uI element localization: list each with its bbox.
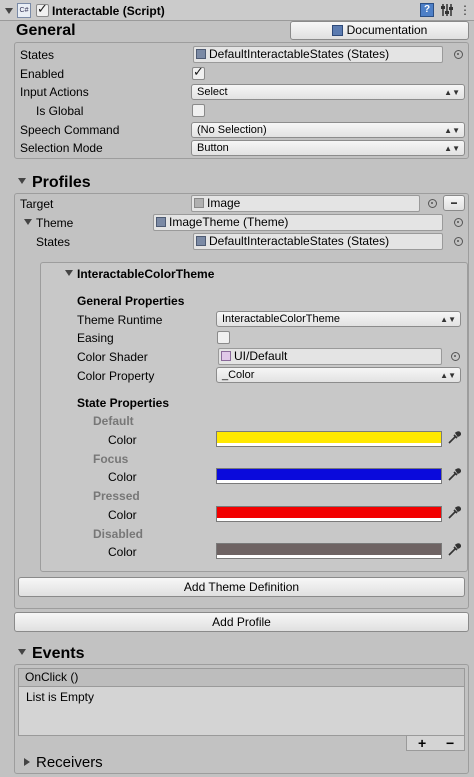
script-icon: C#	[17, 3, 31, 18]
eyedropper-icon[interactable]	[447, 506, 462, 520]
is-global-label: Is Global	[36, 104, 84, 118]
color-theme-title: InteractableColorTheme	[77, 267, 215, 281]
dropdown-arrow-icon: ▲▼	[440, 315, 456, 324]
remove-profile-button[interactable]: −	[443, 195, 465, 211]
profile-states-value: DefaultInteractableStates (States)	[209, 234, 390, 248]
target-field[interactable]: Image	[191, 195, 420, 212]
color-shader-field[interactable]: UI/Default	[218, 348, 442, 365]
color-property-label: Color Property	[77, 369, 155, 383]
preset-icon[interactable]	[440, 3, 454, 17]
event-list-footer	[406, 736, 465, 751]
documentation-label: Documentation	[346, 23, 428, 37]
list-empty-text: List is Empty	[26, 690, 95, 704]
theme-label: Theme	[36, 216, 74, 230]
gameobject-icon	[194, 198, 204, 208]
color-theme-foldout-arrow[interactable]	[65, 270, 73, 276]
component-enabled-checkbox[interactable]	[36, 2, 49, 17]
dropdown-arrow-icon: ▲▼	[444, 144, 460, 153]
eyedropper-icon[interactable]	[447, 431, 462, 445]
selection-mode-value: Button	[197, 142, 229, 154]
target-label: Target	[20, 197, 54, 211]
scriptable-object-icon	[196, 49, 206, 59]
theme-field[interactable]: ImageTheme (Theme)	[153, 214, 443, 231]
color-swatch-disabled[interactable]	[216, 543, 442, 559]
profile-states-field[interactable]: DefaultInteractableStates (States)	[193, 233, 443, 250]
easing-label: Easing	[77, 331, 114, 345]
state-name-pressed: Pressed	[93, 489, 140, 503]
shader-icon	[221, 351, 231, 361]
color-swatch-focus[interactable]	[216, 468, 442, 484]
dropdown-arrow-icon: ▲▼	[444, 126, 460, 135]
theme-foldout-arrow[interactable]	[24, 219, 32, 225]
profiles-foldout-arrow[interactable]	[18, 178, 26, 184]
profile-states-label: States	[36, 235, 71, 249]
general-header: General	[16, 22, 76, 39]
color-label: Color	[108, 470, 137, 484]
input-actions-value: Select	[197, 86, 228, 98]
documentation-button[interactable]: Documentation	[290, 21, 469, 40]
dropdown-arrow-icon: ▲▼	[440, 371, 456, 380]
is-global-checkbox[interactable]	[192, 104, 205, 117]
scriptable-object-icon	[196, 236, 206, 246]
color-shader-value: UI/Default	[234, 349, 288, 363]
add-event-button[interactable]: +	[418, 735, 426, 751]
scriptable-object-icon	[156, 217, 166, 227]
state-name-focus: Focus	[93, 452, 129, 466]
color-property-value: _Color	[222, 369, 255, 381]
settings-icon[interactable]: ⋮	[459, 4, 471, 16]
color-swatch-pressed[interactable]	[216, 506, 442, 522]
state-name-disabled: Disabled	[93, 527, 144, 541]
selection-mode-dropdown[interactable]: Button ▲▼	[191, 140, 465, 156]
onclick-header	[18, 668, 465, 686]
color-label: Color	[108, 508, 137, 522]
remove-event-button[interactable]: −	[446, 735, 454, 751]
profile-states-picker-icon[interactable]	[454, 237, 463, 246]
color-shader-label: Color Shader	[77, 350, 148, 364]
speech-command-label: Speech Command	[20, 123, 120, 137]
events-foldout-arrow[interactable]	[18, 649, 26, 655]
states-value: DefaultInteractableStates (States)	[209, 47, 390, 61]
theme-runtime-label: Theme Runtime	[77, 313, 163, 327]
states-field[interactable]: DefaultInteractableStates (States)	[193, 46, 443, 63]
general-properties-header: General Properties	[77, 294, 185, 308]
receivers-label: Receivers	[36, 754, 103, 771]
input-actions-label: Input Actions	[20, 85, 89, 99]
speech-command-value: (No Selection)	[197, 124, 267, 136]
target-picker-icon[interactable]	[428, 199, 437, 208]
speech-command-dropdown[interactable]: (No Selection) ▲▼	[191, 122, 465, 138]
theme-picker-icon[interactable]	[454, 218, 463, 227]
input-actions-dropdown[interactable]: Select ▲▼	[191, 84, 465, 100]
object-picker-icon[interactable]	[454, 50, 463, 59]
color-label: Color	[108, 433, 137, 447]
target-value: Image	[207, 196, 241, 210]
profiles-header: Profiles	[32, 174, 91, 191]
theme-value: ImageTheme (Theme)	[169, 215, 289, 229]
easing-checkbox[interactable]	[217, 331, 230, 344]
color-label: Color	[108, 545, 137, 559]
state-properties-header: State Properties	[77, 396, 170, 410]
theme-runtime-dropdown[interactable]: InteractableColorTheme ▲▼	[216, 311, 461, 327]
shader-picker-icon[interactable]	[451, 352, 460, 361]
events-header: Events	[32, 645, 85, 662]
color-swatch-default[interactable]	[216, 431, 442, 447]
help-icon[interactable]: ?	[420, 3, 434, 17]
component-foldout-arrow[interactable]	[5, 8, 13, 14]
state-name-default: Default	[93, 414, 134, 428]
documentation-icon	[331, 25, 343, 36]
selection-mode-label: Selection Mode	[20, 141, 103, 155]
enabled-checkbox[interactable]	[192, 65, 205, 80]
enabled-label: Enabled	[20, 67, 65, 81]
eyedropper-icon[interactable]	[447, 468, 462, 482]
theme-runtime-value: InteractableColorTheme	[222, 313, 341, 325]
color-property-dropdown[interactable]: _Color ▲▼	[216, 367, 461, 383]
receivers-foldout-arrow[interactable]	[24, 758, 30, 766]
component-title: Interactable (Script)	[52, 4, 165, 18]
dropdown-arrow-icon: ▲▼	[444, 88, 460, 97]
states-label: States	[20, 48, 55, 62]
add-profile-button[interactable]: Add Profile	[14, 612, 469, 632]
add-theme-definition-button[interactable]: Add Theme Definition	[18, 577, 465, 597]
eyedropper-icon[interactable]	[447, 543, 462, 557]
onclick-label: OnClick ()	[25, 670, 79, 684]
